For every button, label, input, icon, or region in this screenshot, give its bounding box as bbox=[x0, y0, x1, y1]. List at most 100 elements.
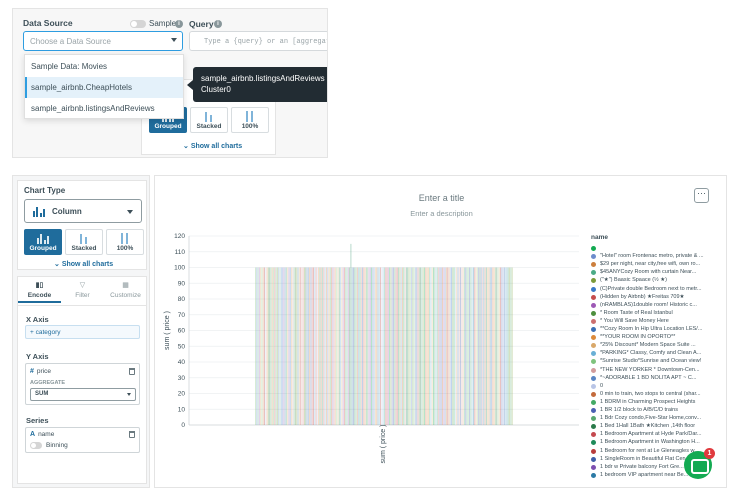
chart-bar bbox=[479, 267, 481, 425]
series-field[interactable]: Aname Binning bbox=[25, 427, 140, 453]
chart-bar bbox=[373, 267, 375, 425]
chart-bar bbox=[288, 267, 290, 425]
chart-bar bbox=[355, 267, 357, 425]
chart-bar bbox=[435, 267, 437, 425]
legend-label: $45ANYCozy Room with curtain Near... bbox=[600, 269, 697, 276]
grouped-button[interactable]: Grouped bbox=[24, 229, 62, 255]
legend-label: * You Will Save Money Here bbox=[600, 317, 669, 324]
encode-icon: ▮▯ bbox=[35, 282, 44, 289]
more-options-button[interactable]: ··· bbox=[694, 188, 709, 203]
legend-label: (Hidden by Airbnb) ★Freitas 709★ bbox=[600, 293, 685, 300]
show-all-label: Show all charts bbox=[61, 261, 114, 268]
chart-bar bbox=[505, 267, 507, 425]
chart-bar bbox=[341, 267, 343, 425]
chart-bar bbox=[503, 267, 505, 425]
chart-bar bbox=[356, 267, 358, 425]
y-tick-label: 30 bbox=[178, 375, 186, 382]
chart-bar bbox=[473, 267, 474, 425]
data-source-select[interactable]: Choose a Data Source bbox=[23, 31, 183, 51]
chart-bar bbox=[461, 267, 463, 425]
legend-label: $29 per night, near city,free wifi, own … bbox=[600, 261, 701, 268]
chart-bar bbox=[294, 267, 296, 425]
legend-swatch bbox=[591, 464, 596, 470]
query-input[interactable]: Type a {query} or an [aggregation bbox=[189, 31, 327, 51]
tab-filter[interactable]: ▽ Filter bbox=[61, 281, 104, 303]
data-source-panel: Data Source Sample i Query i Choose a Da… bbox=[12, 8, 328, 158]
grouped-label: Grouped bbox=[154, 123, 182, 130]
chart-bar bbox=[291, 267, 293, 425]
chart-bar bbox=[413, 267, 415, 425]
y-axis-field[interactable]: # price AGGREGATE SUM bbox=[25, 363, 140, 405]
chart-bar bbox=[302, 267, 304, 425]
chart-bar bbox=[480, 267, 482, 425]
legend-label: 1 Bedroom Apartment in Washington H... bbox=[600, 439, 700, 446]
chart-bar bbox=[501, 267, 503, 425]
sample-toggle[interactable] bbox=[130, 20, 146, 28]
chart-bar bbox=[256, 267, 258, 425]
chart-bar bbox=[325, 267, 327, 425]
chart-bar bbox=[331, 267, 333, 425]
menu-item-listings[interactable]: sample_airbnb.listingsAndReviews bbox=[25, 98, 183, 119]
chart-legend: name "Hotel" room Frontenac metro, priva… bbox=[589, 234, 729, 484]
chart-type-select[interactable]: Column bbox=[24, 199, 142, 223]
stacked-button[interactable]: Stacked bbox=[190, 107, 228, 133]
menu-item-sample-movies[interactable]: Sample Data: Movies bbox=[25, 56, 183, 77]
legend-label: 1 Bedroom for rent at Le Gleneagles w... bbox=[600, 447, 699, 454]
y-tick-label: 90 bbox=[178, 280, 186, 287]
chart-bar bbox=[264, 267, 265, 425]
menu-item-cheaphotels[interactable]: sample_airbnb.CheapHotels bbox=[25, 77, 183, 98]
chart-bar bbox=[391, 267, 393, 425]
y-tick-label: 20 bbox=[178, 391, 186, 398]
stacked-chart-icon bbox=[77, 233, 91, 244]
chart-bar bbox=[351, 267, 353, 425]
hundred-percent-button[interactable]: 100% bbox=[231, 107, 269, 133]
trash-icon[interactable] bbox=[129, 431, 135, 438]
chart-bar bbox=[492, 267, 494, 425]
legend-label: 1 bdr w Private balcony Fort Gre... bbox=[600, 463, 684, 470]
legend-swatch bbox=[591, 432, 596, 438]
aggregate-select[interactable]: SUM bbox=[30, 388, 136, 401]
chart-bar bbox=[342, 267, 344, 425]
chart-bar bbox=[447, 267, 449, 425]
chart-bar bbox=[258, 267, 260, 425]
chart-bar bbox=[439, 267, 441, 425]
chart-bar bbox=[282, 267, 283, 425]
chart-bar bbox=[440, 267, 442, 425]
chart-bar bbox=[371, 267, 373, 425]
chart-bar bbox=[287, 267, 289, 425]
binning-toggle[interactable] bbox=[30, 442, 42, 449]
legend-label: 1 Bedroom Apartment at Hyde Park/Dar... bbox=[600, 431, 702, 438]
chart-bar bbox=[380, 267, 382, 425]
info-icon[interactable]: i bbox=[175, 20, 183, 28]
chart-bar bbox=[324, 267, 326, 425]
legend-swatch bbox=[591, 246, 596, 251]
chart-bar bbox=[485, 267, 487, 425]
stacked-button[interactable]: Stacked bbox=[65, 229, 103, 255]
chart-bar bbox=[270, 267, 272, 425]
stacked-chart-icon bbox=[202, 111, 216, 122]
chart-bar bbox=[347, 267, 349, 425]
hundred-percent-button[interactable]: 100% bbox=[106, 229, 144, 255]
legend-swatch bbox=[591, 456, 596, 462]
chart-bar bbox=[365, 267, 367, 425]
info-icon[interactable]: i bbox=[214, 20, 222, 28]
chart-bar bbox=[476, 267, 478, 425]
chart-bar bbox=[322, 267, 323, 425]
chart-bar bbox=[445, 267, 447, 425]
chart-bar bbox=[271, 267, 273, 425]
tab-encode[interactable]: ▮▯ Encode bbox=[18, 281, 61, 303]
trash-icon[interactable] bbox=[129, 368, 135, 375]
chart-bar bbox=[260, 267, 262, 425]
chart-bar bbox=[434, 267, 436, 425]
show-all-charts-link[interactable]: ⌄ Show all charts bbox=[183, 142, 242, 150]
hundred-percent-label: 100% bbox=[241, 123, 259, 130]
chart-bar bbox=[304, 267, 305, 425]
tab-customize[interactable]: ▦ Customize bbox=[104, 281, 147, 303]
x-axis-dropzone[interactable]: + category bbox=[25, 325, 140, 339]
series-field-label: name bbox=[38, 431, 55, 438]
chart-bar bbox=[311, 267, 313, 425]
chart-bar bbox=[510, 267, 512, 425]
filter-icon: ▽ bbox=[79, 282, 86, 289]
legend-label: (C)Private double Bedroom next to metr..… bbox=[600, 285, 702, 292]
show-all-charts-link[interactable]: ⌄ Show all charts bbox=[54, 260, 113, 268]
